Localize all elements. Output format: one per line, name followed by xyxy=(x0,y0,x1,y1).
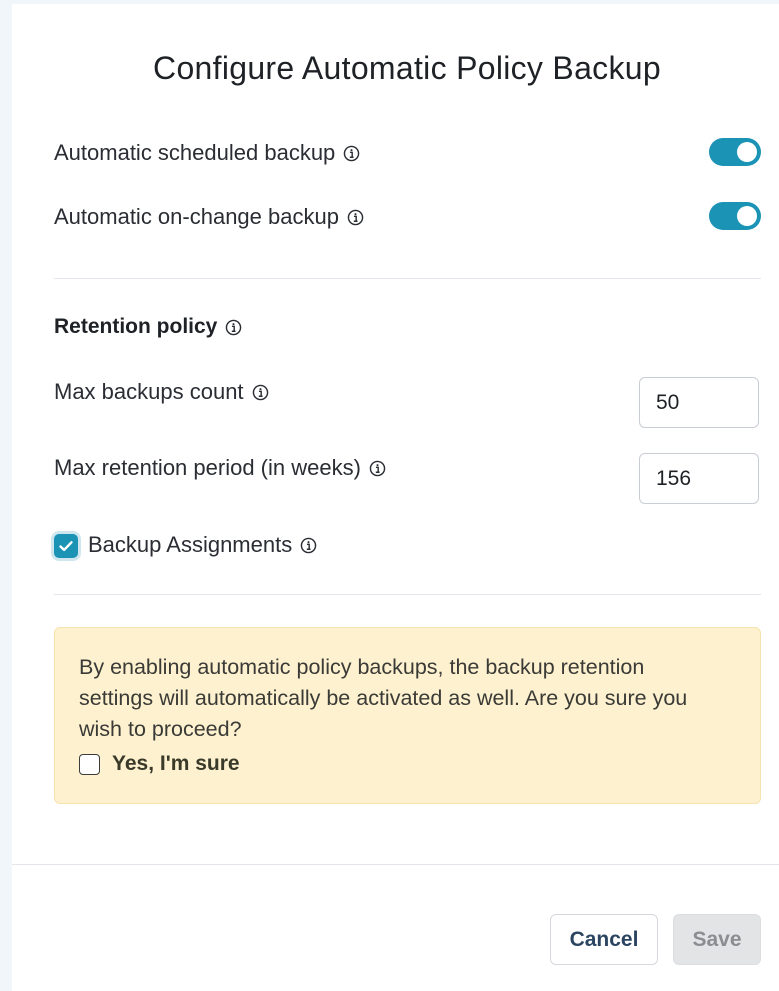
info-icon[interactable] xyxy=(252,384,269,401)
on-change-backup-row: Automatic on-change backup xyxy=(54,204,364,230)
max-retention-period-row: Max retention period (in weeks) xyxy=(54,455,386,481)
max-retention-period-label: Max retention period (in weeks) xyxy=(54,455,361,480)
max-backups-count-label: Max backups count xyxy=(54,379,244,404)
backup-assignments-row: Backup Assignments xyxy=(88,532,317,558)
confirm-checkbox[interactable] xyxy=(79,753,100,775)
dialog-title: Configure Automatic Policy Backup xyxy=(153,50,661,86)
save-button[interactable]: Save xyxy=(673,914,761,965)
info-icon[interactable] xyxy=(343,145,360,162)
cancel-button[interactable]: Cancel xyxy=(550,914,658,965)
toggle-knob xyxy=(737,142,757,162)
info-icon[interactable] xyxy=(225,319,242,336)
max-retention-period-input[interactable] xyxy=(639,453,759,504)
on-change-backup-label: Automatic on-change backup xyxy=(54,204,339,229)
max-backups-count-input[interactable] xyxy=(639,377,759,428)
confirm-label[interactable]: Yes, I'm sure xyxy=(112,752,240,776)
check-icon xyxy=(59,541,73,552)
retention-policy-heading: Retention policy xyxy=(54,315,242,339)
warning-text: By enabling automatic policy backups, th… xyxy=(79,655,688,741)
scheduled-backup-row: Automatic scheduled backup xyxy=(54,140,360,166)
footer-divider xyxy=(12,864,779,865)
scheduled-backup-label: Automatic scheduled backup xyxy=(54,140,336,165)
confirm-row: Yes, I'm sure xyxy=(79,752,240,776)
section-divider xyxy=(54,594,761,595)
backup-assignments-checkbox[interactable] xyxy=(54,534,78,558)
on-change-backup-toggle[interactable] xyxy=(709,202,761,230)
info-icon[interactable] xyxy=(347,209,364,226)
info-icon[interactable] xyxy=(369,460,386,477)
max-backups-count-row: Max backups count xyxy=(54,379,269,405)
backup-assignments-label[interactable]: Backup Assignments xyxy=(88,532,292,558)
info-icon[interactable] xyxy=(300,537,317,554)
backup-config-dialog: Configure Automatic Policy Backup Automa… xyxy=(12,4,779,991)
scheduled-backup-toggle[interactable] xyxy=(709,138,761,166)
warning-box: By enabling automatic policy backups, th… xyxy=(54,627,761,804)
section-divider xyxy=(54,278,761,279)
retention-policy-title: Retention policy xyxy=(54,315,218,338)
toggle-knob xyxy=(737,206,757,226)
